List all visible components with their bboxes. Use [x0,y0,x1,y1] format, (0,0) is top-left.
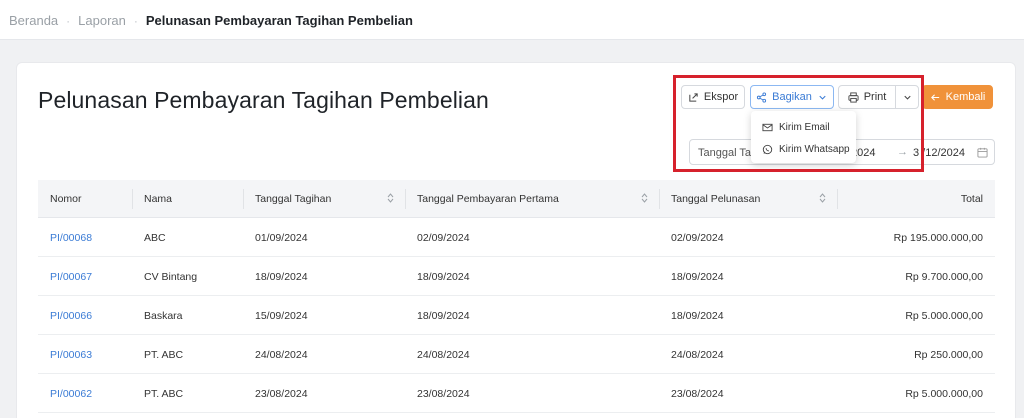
breadcrumb-separator: · [66,13,71,28]
row-total: Rp 195.000.000,00 [893,232,983,244]
bagikan-label: Bagikan [772,91,812,103]
top-bar: Beranda · Laporan · Pelunasan Pembayaran… [0,0,1024,40]
row-tanggal-pelunasan: 24/08/2024 [671,349,724,361]
print-label: Print [863,91,887,103]
arrow-right-icon: → [897,146,908,158]
sort-icon[interactable] [387,192,394,204]
printer-icon [848,91,859,103]
row-nomor-link[interactable]: PI/00067 [50,271,92,283]
share-menu-whatsapp[interactable]: Kirim Whatsapp [762,141,850,157]
export-icon [689,92,698,102]
row-tanggal-pembayaran-pertama: 02/09/2024 [417,232,470,244]
row-tanggal-tagihan: 18/09/2024 [255,271,308,283]
breadcrumb-separator: · [133,13,138,28]
row-total: Rp 5.000.000,00 [905,310,983,322]
share-dropdown-menu: Kirim Email Kirim Whatsapp [751,111,856,163]
column-divider [405,189,406,209]
row-tanggal-tagihan: 15/09/2024 [255,310,308,322]
table-row: PI/00063 PT. ABC 24/08/2024 24/08/2024 2… [38,335,995,374]
table-row: PI/00066 Baskara 15/09/2024 18/09/2024 1… [38,296,995,335]
page-title: Pelunasan Pembayaran Tagihan Pembelian [38,87,489,113]
print-button[interactable]: Print [838,85,896,109]
column-header-tanggal-pembayaran-pertama[interactable]: Tanggal Pembayaran Pertama [417,193,559,205]
row-total: Rp 5.000.000,00 [905,388,983,400]
breadcrumb-current: Pelunasan Pembayaran Tagihan Pembelian [145,13,413,28]
row-nama: PT. ABC [144,349,184,361]
row-nomor-link[interactable]: PI/00062 [50,388,92,400]
row-nomor-link[interactable]: PI/00068 [50,232,92,244]
row-nomor-link[interactable]: PI/00066 [50,310,92,322]
row-tanggal-pembayaran-pertama: 24/08/2024 [417,349,470,361]
table-row: PI/00067 CV Bintang 18/09/2024 18/09/202… [38,257,995,296]
ekspor-button[interactable]: Ekspor [681,85,745,109]
whatsapp-icon [762,144,773,154]
row-tanggal-pelunasan: 02/09/2024 [671,232,724,244]
share-icon [757,91,767,103]
breadcrumb: Beranda · Laporan · Pelunasan Pembayaran… [9,13,413,28]
column-header-nama[interactable]: Nama [144,193,172,205]
share-menu-email[interactable]: Kirim Email [762,119,830,135]
row-tanggal-pelunasan: 23/08/2024 [671,388,724,400]
row-tanggal-pelunasan: 18/09/2024 [671,271,724,283]
row-tanggal-tagihan: 24/08/2024 [255,349,308,361]
kembali-button[interactable]: Kembali [922,85,993,109]
row-nomor-link[interactable]: PI/00063 [50,349,92,361]
sort-icon[interactable] [641,192,648,204]
chevron-down-icon [903,95,911,100]
row-nama: PT. ABC [144,388,184,400]
share-menu-email-label: Kirim Email [779,121,830,133]
date-range-end[interactable]: 3 /12/2024 [913,147,965,159]
row-total: Rp 250.000,00 [914,349,983,361]
column-header-tanggal-tagihan[interactable]: Tanggal Tagihan [255,193,331,205]
table-header: Nomor Nama Tanggal Tagihan Tanggal Pemba… [38,180,995,218]
print-more-button[interactable] [895,85,919,109]
row-nama: CV Bintang [144,271,198,283]
ekspor-label: Ekspor [703,91,739,103]
column-divider [243,189,244,209]
row-tanggal-pelunasan: 18/09/2024 [671,310,724,322]
row-tanggal-pembayaran-pertama: 18/09/2024 [417,271,470,283]
kembali-label: Kembali [945,91,986,103]
column-header-total[interactable]: Total [961,193,983,205]
row-tanggal-pembayaran-pertama: 18/09/2024 [417,310,470,322]
row-nama: ABC [144,232,166,244]
row-nama: Baskara [144,310,183,322]
column-divider [837,189,838,209]
column-header-tanggal-pelunasan[interactable]: Tanggal Pelunasan [671,193,760,205]
table-row: PI/00062 PT. ABC 23/08/2024 23/08/2024 2… [38,374,995,413]
row-total: Rp 9.700.000,00 [905,271,983,283]
arrow-left-icon [930,93,939,101]
mail-icon [762,123,773,131]
row-tanggal-pembayaran-pertama: 23/08/2024 [417,388,470,400]
column-header-nomor[interactable]: Nomor [50,193,82,205]
breadcrumb-beranda[interactable]: Beranda [9,13,58,28]
row-tanggal-tagihan: 01/09/2024 [255,232,308,244]
chevron-down-icon [819,95,826,100]
breadcrumb-laporan[interactable]: Laporan [78,13,126,28]
column-divider [132,189,133,209]
table-row: PI/00068 ABC 01/09/2024 02/09/2024 02/09… [38,218,995,257]
row-tanggal-tagihan: 23/08/2024 [255,388,308,400]
column-divider [659,189,660,209]
calendar-icon [977,147,988,158]
share-menu-whatsapp-label: Kirim Whatsapp [779,143,850,155]
bagikan-button[interactable]: Bagikan [750,85,834,109]
sort-icon[interactable] [819,192,826,204]
